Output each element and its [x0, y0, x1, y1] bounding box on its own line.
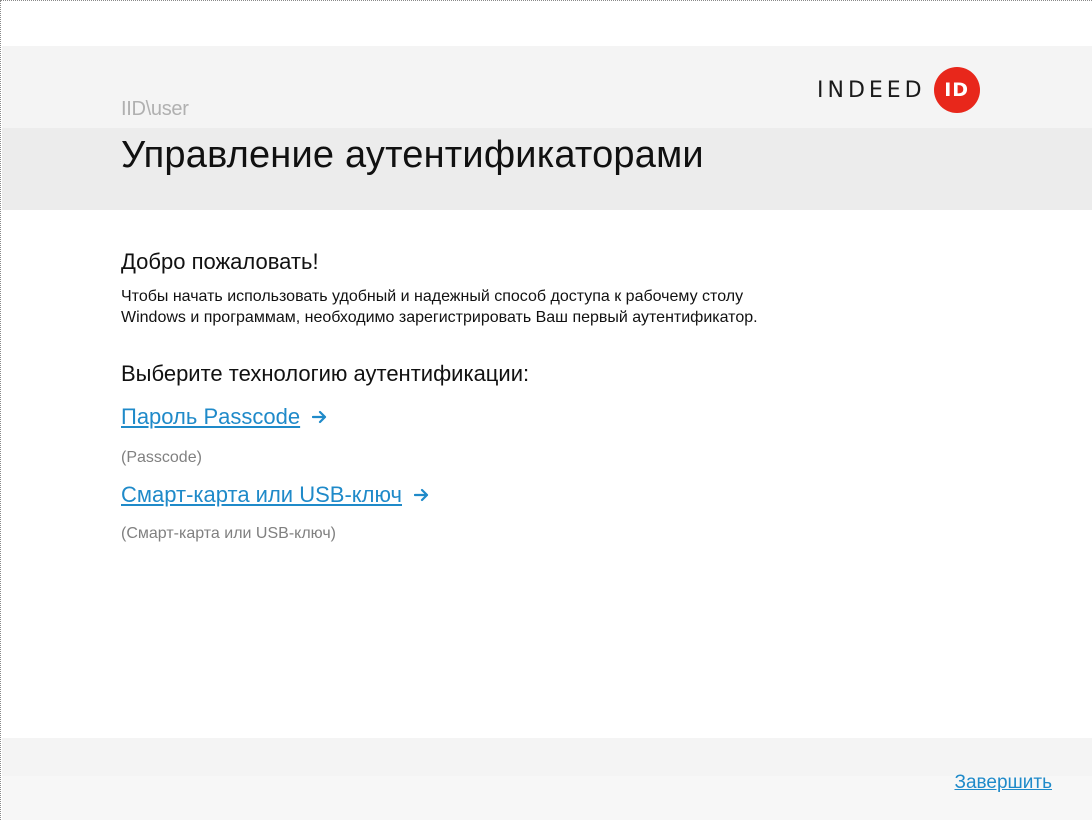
indeed-id-logo: INDEED ID — [817, 66, 980, 114]
page-title: Управление аутентификаторами — [121, 134, 704, 176]
choose-technology-label: Выберите технологию аутентификации: — [121, 361, 530, 386]
logo-badge-icon: ID — [933, 67, 980, 113]
welcome-description-line-1: Чтобы начать использовать удобный и наде… — [121, 288, 744, 305]
smartcard-method-label: Смарт-карта или USB-ключ — [121, 482, 402, 507]
passcode-method-subtitle: (Passcode) — [121, 449, 202, 466]
welcome-description-line-2: Windows и программам, необходимо зарегис… — [121, 309, 758, 326]
logo-wordmark: INDEED — [817, 77, 926, 103]
passcode-method-link[interactable]: Пароль Passcode — [121, 404, 328, 430]
smartcard-method-subtitle: (Смарт-карта или USB-ключ) — [121, 525, 336, 542]
welcome-heading: Добро пожаловать! — [121, 249, 319, 274]
current-user-label: IID\user — [121, 98, 189, 120]
footer-top-band — [2, 738, 1092, 776]
arrow-right-icon — [413, 488, 429, 502]
footer-bottom-band — [2, 776, 1092, 820]
finish-link[interactable]: Завершить — [954, 772, 1052, 794]
smartcard-method-link[interactable]: Смарт-карта или USB-ключ — [121, 482, 430, 508]
welcome-description: Чтобы начать использовать удобный и наде… — [121, 286, 1021, 328]
passcode-method-label: Пароль Passcode — [121, 404, 301, 429]
authenticator-manager-window: IID\user Управление аутентификаторами IN… — [0, 0, 1092, 820]
arrow-right-icon — [312, 410, 327, 424]
